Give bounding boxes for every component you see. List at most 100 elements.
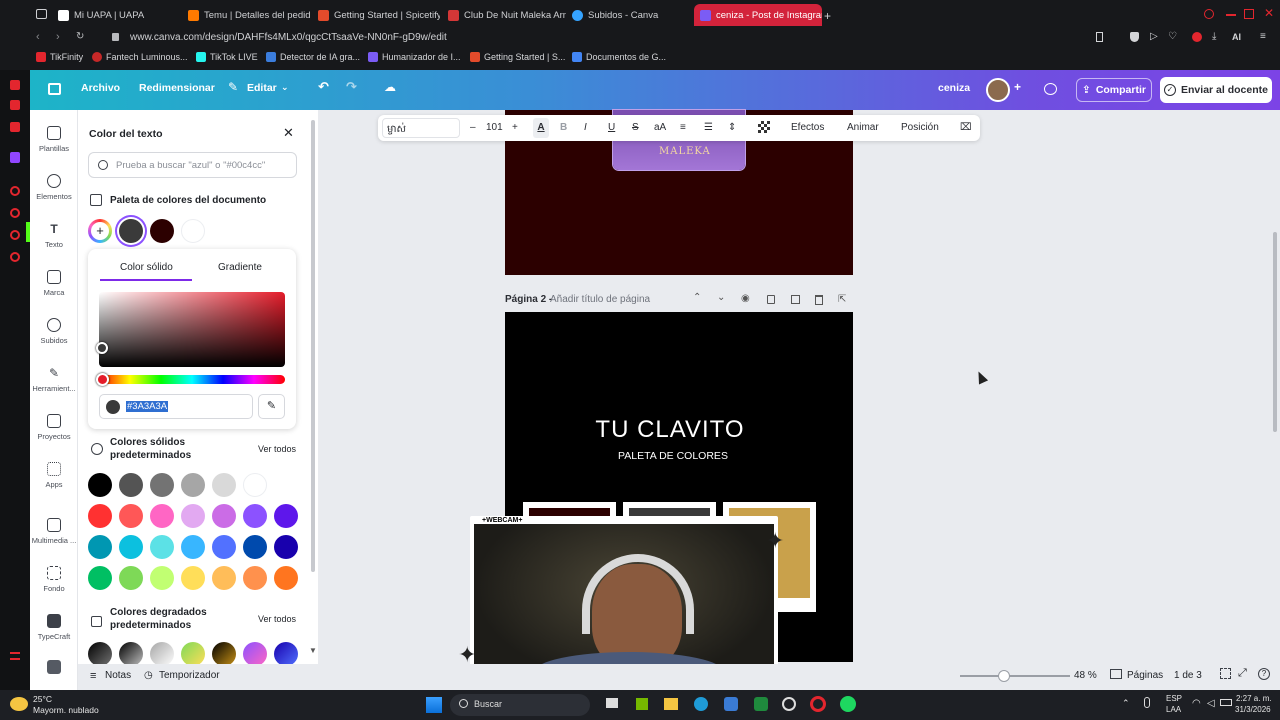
home-icon[interactable] bbox=[48, 83, 61, 95]
color-search-box[interactable]: Prueba a buscar "azul" o "#00c4cc" bbox=[88, 152, 297, 178]
tab-uapa[interactable]: Mi UAPA | UAPA bbox=[52, 4, 178, 26]
play-icon[interactable]: ▷ bbox=[1150, 31, 1158, 42]
solid-color-swatch[interactable] bbox=[212, 535, 236, 559]
edit-menu[interactable]: Editar bbox=[247, 82, 277, 94]
bookmark-icon[interactable] bbox=[1096, 32, 1103, 42]
sidebar-more-icon[interactable] bbox=[10, 652, 20, 660]
animate-button[interactable]: Animar bbox=[847, 122, 879, 133]
see-all-solid[interactable]: Ver todos bbox=[258, 444, 296, 454]
chevron-down-icon[interactable]: ⌄ bbox=[281, 82, 289, 93]
nav-tools[interactable]: ✎ Herramient... bbox=[30, 366, 78, 393]
page-title-input[interactable]: Añadir título de página bbox=[550, 294, 650, 305]
solid-color-swatch[interactable] bbox=[274, 566, 298, 590]
solid-color-swatch[interactable] bbox=[212, 504, 236, 528]
gradient-swatch[interactable] bbox=[119, 642, 143, 666]
gradient-swatch[interactable] bbox=[274, 642, 298, 666]
sidebar-app-icon[interactable] bbox=[10, 230, 20, 240]
tab-gradient[interactable]: Gradiente bbox=[218, 262, 262, 273]
solid-color-swatch[interactable] bbox=[119, 504, 143, 528]
heart-icon[interactable]: ♡ bbox=[1168, 31, 1177, 42]
font-size-value[interactable]: 101 bbox=[486, 122, 503, 133]
clock-time[interactable]: 2:27 a. m. bbox=[1236, 694, 1272, 703]
tab-ceniza-active[interactable]: ceniza - Post de Instagram bbox=[694, 4, 822, 26]
search-tabs-icon[interactable] bbox=[1204, 9, 1214, 19]
tab-maleka[interactable]: Club De Nuit Maleka Arma bbox=[442, 4, 566, 26]
zoom-slider-thumb[interactable] bbox=[998, 670, 1010, 682]
nav-apps[interactable]: Apps bbox=[30, 462, 78, 489]
panel-scrollbar[interactable] bbox=[311, 120, 315, 572]
solid-color-swatch[interactable] bbox=[88, 535, 112, 559]
tab-spicetify[interactable]: Getting Started | Spicetify bbox=[312, 4, 440, 26]
sidebar-app-icon[interactable] bbox=[10, 252, 20, 262]
share-button[interactable]: ⇪ Compartir bbox=[1076, 78, 1152, 102]
solid-color-swatch[interactable] bbox=[181, 535, 205, 559]
send-to-teacher-button[interactable]: ✓ Enviar al docente bbox=[1160, 77, 1272, 103]
app-icon[interactable] bbox=[754, 697, 768, 711]
url-text[interactable]: www.canva.com/design/DAHFfs4MLx0/qgcCtTs… bbox=[130, 32, 447, 43]
bookmark-item[interactable]: Fantech Luminous... bbox=[92, 52, 188, 62]
solid-color-swatch[interactable] bbox=[119, 473, 143, 497]
notes-button[interactable]: Notas bbox=[105, 670, 131, 681]
solid-color-swatch[interactable] bbox=[243, 504, 267, 528]
mic-icon[interactable] bbox=[1144, 697, 1150, 708]
gradient-swatch[interactable] bbox=[150, 642, 174, 666]
see-all-gradient[interactable]: Ver todos bbox=[258, 614, 296, 624]
font-size-increase[interactable]: + bbox=[512, 122, 518, 133]
reload-icon[interactable]: ↻ bbox=[76, 31, 84, 42]
download-icon[interactable]: ⤓ bbox=[1212, 31, 1216, 42]
close-icon[interactable]: ✕ bbox=[283, 125, 294, 141]
clock-date[interactable]: 31/3/2026 bbox=[1235, 705, 1271, 714]
gradient-swatch[interactable] bbox=[181, 642, 205, 666]
delete-page-icon[interactable] bbox=[815, 295, 823, 305]
app-icon[interactable] bbox=[724, 697, 738, 711]
undo-icon[interactable]: ↶ bbox=[318, 79, 329, 95]
canvas-scrollbar[interactable] bbox=[1273, 232, 1277, 432]
underline-icon[interactable]: U bbox=[608, 122, 615, 133]
add-color-swatch[interactable]: + bbox=[88, 219, 112, 243]
bold-icon[interactable]: B bbox=[560, 122, 567, 133]
solid-color-swatch[interactable] bbox=[88, 504, 112, 528]
nav-background[interactable]: Fondo bbox=[30, 566, 78, 593]
cloud-saved-icon[interactable]: ☁ bbox=[384, 80, 396, 94]
lang-line1[interactable]: ESP bbox=[1166, 694, 1182, 703]
hue-handle[interactable] bbox=[96, 373, 109, 386]
spacing-icon[interactable]: ⇕ bbox=[728, 122, 736, 133]
typecraft-logo-icon[interactable] bbox=[47, 660, 61, 674]
sidebar-app-icon[interactable] bbox=[10, 186, 20, 196]
transparency-icon[interactable] bbox=[758, 121, 770, 133]
eyedropper-button[interactable]: ✎ bbox=[258, 394, 285, 419]
lock-page-icon[interactable] bbox=[767, 295, 775, 304]
solid-color-swatch[interactable] bbox=[88, 566, 112, 590]
file-menu[interactable]: Archivo bbox=[81, 82, 120, 94]
wifi-icon[interactable]: ◠ bbox=[1192, 698, 1201, 709]
ai-button[interactable]: AI bbox=[1232, 32, 1241, 42]
font-selector[interactable]: ម្ចាស់ bbox=[382, 118, 460, 138]
redo-icon[interactable]: ↷ bbox=[346, 79, 357, 95]
add-page-icon[interactable]: ⇱ bbox=[838, 294, 846, 305]
position-button[interactable]: Posición bbox=[901, 122, 939, 133]
text-color-icon[interactable]: A bbox=[533, 118, 549, 138]
gradient-swatch[interactable] bbox=[88, 642, 112, 666]
solid-color-swatch[interactable] bbox=[243, 566, 267, 590]
page-heading[interactable]: TU CLAVITO bbox=[505, 416, 835, 444]
weather-icon[interactable] bbox=[10, 697, 28, 711]
nav-brand[interactable]: Marca bbox=[30, 270, 78, 297]
page-subheading[interactable]: PALETA DE COLORES bbox=[505, 450, 841, 462]
solid-color-swatch[interactable] bbox=[212, 473, 236, 497]
effects-button[interactable]: Efectos bbox=[791, 122, 824, 133]
strikethrough-icon[interactable]: S bbox=[632, 122, 639, 133]
font-size-decrease[interactable]: – bbox=[470, 122, 476, 133]
nav-elements[interactable]: Elementos bbox=[30, 174, 78, 201]
nav-projects[interactable]: Proyectos bbox=[30, 414, 78, 441]
solid-color-swatch[interactable] bbox=[181, 566, 205, 590]
timer-button[interactable]: Temporizador bbox=[159, 670, 220, 681]
forward-icon[interactable]: › bbox=[56, 31, 60, 43]
minimize-button[interactable] bbox=[1226, 14, 1236, 16]
task-view-icon[interactable] bbox=[606, 698, 618, 708]
italic-icon[interactable]: I bbox=[584, 122, 587, 133]
tab-temu[interactable]: Temu | Detalles del pedido bbox=[182, 4, 310, 26]
design-title[interactable]: ceniza bbox=[938, 82, 970, 94]
nav-typecraft[interactable]: TypeCraft bbox=[30, 614, 78, 641]
sidebar-app-icon[interactable] bbox=[10, 80, 20, 90]
help-icon[interactable]: ? bbox=[1258, 668, 1270, 680]
